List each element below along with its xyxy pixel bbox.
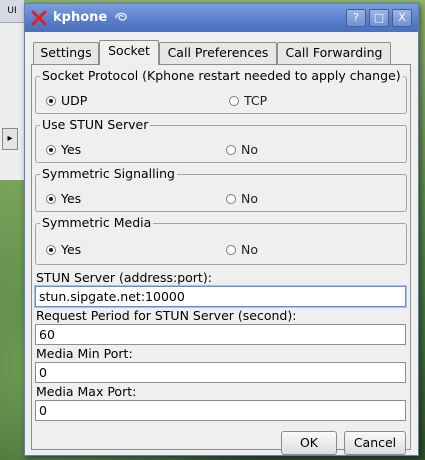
media-min-port-label: Media Min Port: [36,346,133,361]
radio-tcp[interactable]: TCP [229,93,267,108]
symmetric-media-group: Symmetric Media Yes No [35,215,407,265]
radio-tcp-label: TCP [244,93,268,108]
request-period-input[interactable]: 60 [35,324,406,345]
background-window: UI ▸ [0,0,25,180]
cancel-button[interactable]: Cancel [344,431,406,455]
symmetric-media-title: Symmetric Media [40,215,154,230]
radio-media-no[interactable]: No [226,242,258,257]
ok-button[interactable]: OK [281,431,337,455]
radio-media-yes-label: Yes [61,242,82,257]
radio-selected-icon [46,193,56,204]
background-tab[interactable]: UI [0,0,24,23]
radio-udp-label: UDP [61,93,88,108]
radio-unselected-icon [229,95,239,106]
window-title: kphone [53,10,108,25]
stun-server-input[interactable]: stun.sipgate.net:10000 [35,286,406,307]
close-button[interactable]: X [392,9,412,27]
radio-selected-icon [46,95,56,106]
media-min-port-input[interactable]: 0 [35,362,406,383]
media-max-port-label: Media Max Port: [36,384,137,399]
tab-socket[interactable]: Socket [99,40,159,65]
title-bar[interactable]: kphone ? □ X [25,4,418,32]
request-period-label: Request Period for STUN Server (second): [36,308,297,323]
radio-stun-no[interactable]: No [226,142,258,157]
kphone-app-icon [31,10,47,26]
tab-call-preferences[interactable]: Call Preferences [159,42,277,64]
radio-unselected-icon [226,244,236,255]
radio-stun-yes[interactable]: Yes [46,142,81,157]
swirl-icon [115,12,127,21]
use-stun-group: Use STUN Server Yes No [35,117,407,163]
radio-stun-yes-label: Yes [61,142,82,157]
socket-protocol-title: Socket Protocol (Kphone restart needed t… [40,68,403,83]
kphone-settings-window: kphone ? □ X Settings Socket Call Prefer… [24,3,419,456]
maximize-button[interactable]: □ [369,9,389,27]
radio-signalling-yes[interactable]: Yes [46,191,81,206]
symmetric-signalling-title: Symmetric Signalling [40,166,177,181]
radio-udp[interactable]: UDP [46,93,87,108]
socket-tab-pane: Socket Protocol (Kphone restart needed t… [31,64,411,455]
radio-unselected-icon [226,144,236,155]
radio-selected-icon [46,144,56,155]
media-max-port-input[interactable]: 0 [35,400,406,421]
symmetric-signalling-group: Symmetric Signalling Yes No [35,166,407,212]
radio-selected-icon [46,244,56,255]
radio-signalling-no[interactable]: No [226,191,258,206]
tab-settings[interactable]: Settings [33,42,99,64]
help-button[interactable]: ? [346,9,366,27]
tab-call-forwarding[interactable]: Call Forwarding [277,42,391,64]
radio-unselected-icon [226,193,236,204]
socket-protocol-group: Socket Protocol (Kphone restart needed t… [35,68,407,114]
radio-media-no-label: No [241,242,258,257]
use-stun-title: Use STUN Server [40,117,151,132]
stun-server-label: STUN Server (address:port): [36,270,212,285]
radio-media-yes[interactable]: Yes [46,242,81,257]
radio-stun-no-label: No [241,142,258,157]
radio-signalling-no-label: No [241,191,258,206]
background-scroll-arrow-icon[interactable]: ▸ [2,128,18,150]
radio-signalling-yes-label: Yes [61,191,82,206]
